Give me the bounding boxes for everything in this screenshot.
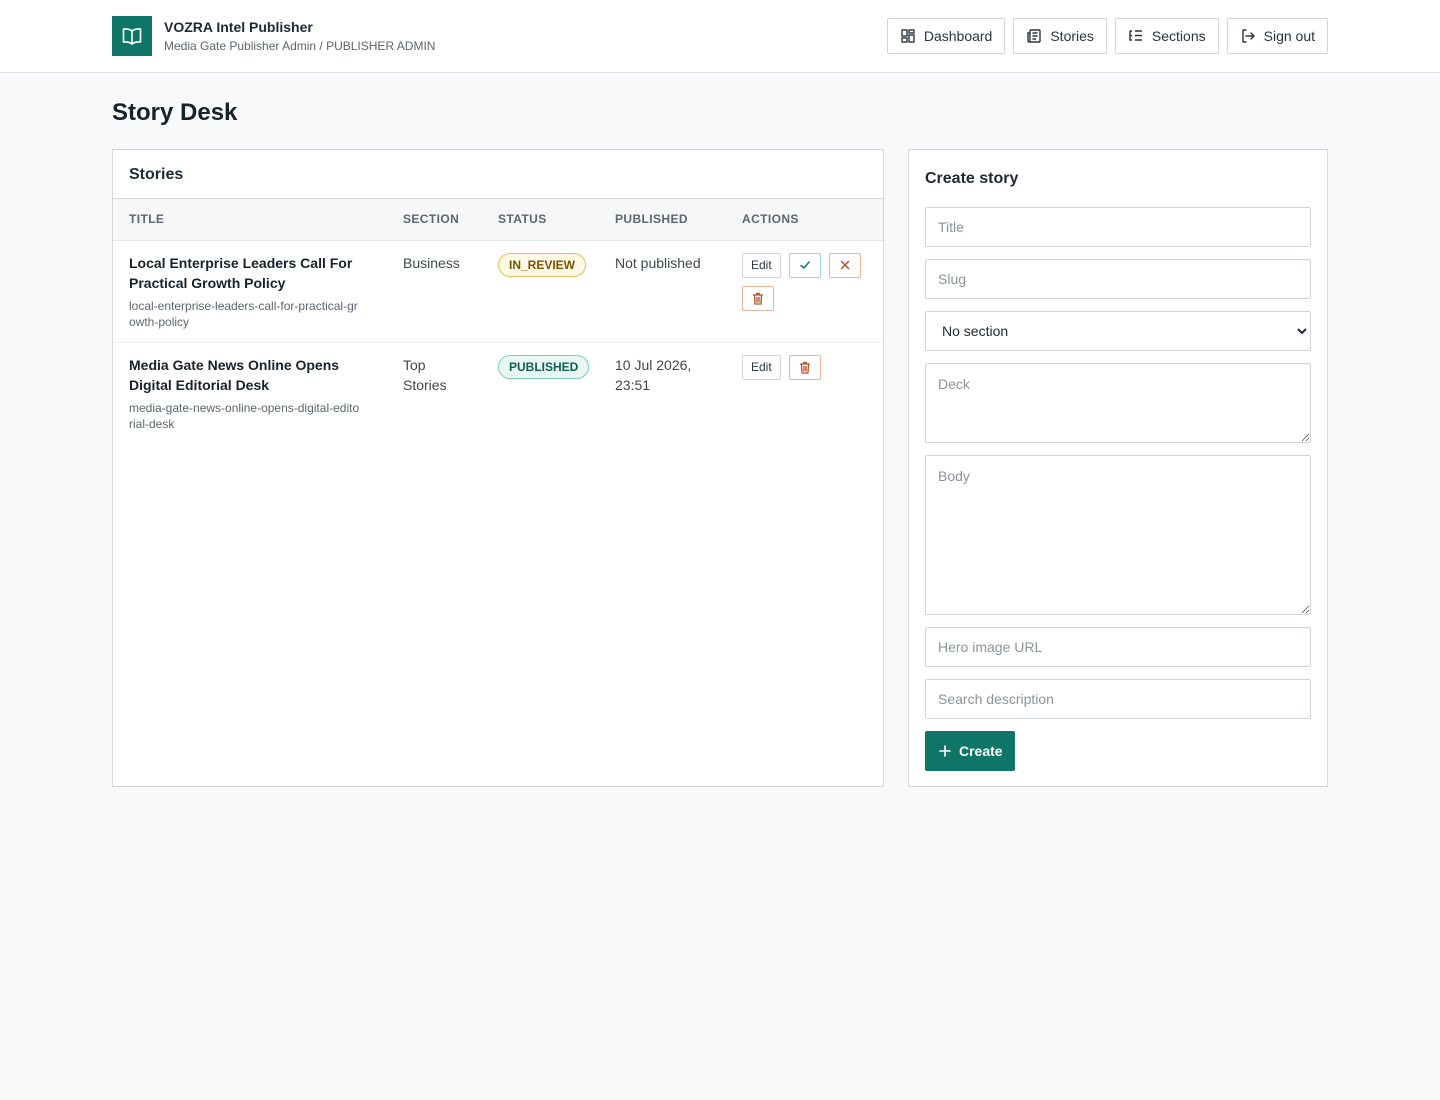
app-subtitle: Media Gate Publisher Admin / PUBLISHER A… bbox=[164, 39, 436, 53]
nav-sign-out-button[interactable]: Sign out bbox=[1226, 18, 1328, 54]
reject-button[interactable] bbox=[828, 252, 861, 278]
stories-table: Title Section Status Published Actions L… bbox=[113, 199, 883, 444]
delete-button[interactable] bbox=[742, 285, 774, 311]
story-title[interactable]: Media Gate News Online Opens Digital Edi… bbox=[129, 355, 363, 395]
check-icon bbox=[799, 261, 810, 269]
edit-button[interactable]: Edit bbox=[742, 252, 781, 278]
column-section: Section bbox=[403, 212, 460, 227]
column-actions: Actions bbox=[742, 212, 799, 227]
nav-dashboard-label: Dashboard bbox=[923, 28, 993, 44]
nav-sign-out-label: Sign out bbox=[1263, 28, 1315, 44]
top-nav: Dashboard Stories Sections Sign out bbox=[886, 18, 1328, 54]
approve-button[interactable] bbox=[788, 252, 821, 278]
dashboard-icon bbox=[900, 28, 916, 44]
page-title: Story Desk bbox=[112, 99, 238, 126]
nav-dashboard-button[interactable]: Dashboard bbox=[886, 18, 1006, 54]
nav-stories-label: Stories bbox=[1050, 28, 1094, 44]
table-row: Media Gate News Online Opens Digital Edi… bbox=[113, 342, 883, 444]
story-published: Not published bbox=[615, 254, 701, 271]
status-badge: IN_REVIEW bbox=[498, 252, 587, 277]
newspaper-icon bbox=[1026, 28, 1042, 44]
column-title: Title bbox=[129, 212, 165, 227]
nav-sections-button[interactable]: Sections bbox=[1114, 18, 1219, 54]
book-open-icon bbox=[112, 16, 152, 56]
column-published: Published bbox=[615, 212, 688, 227]
hero-image-url-input[interactable] bbox=[925, 627, 1311, 667]
title-input[interactable] bbox=[925, 207, 1311, 247]
create-button[interactable]: Create bbox=[925, 731, 1015, 771]
app-title: VOZRA Intel Publisher bbox=[164, 19, 313, 35]
search-description-input[interactable] bbox=[925, 679, 1311, 719]
top-bar: VOZRA Intel Publisher Media Gate Publish… bbox=[0, 0, 1440, 73]
plus-icon bbox=[939, 745, 951, 757]
story-title[interactable]: Local Enterprise Leaders Call For Practi… bbox=[129, 253, 363, 293]
nav-sections-label: Sections bbox=[1151, 28, 1206, 44]
story-section: Business bbox=[403, 254, 460, 271]
story-section: Top Stories bbox=[403, 356, 447, 393]
body-textarea[interactable] bbox=[925, 455, 1311, 615]
story-published: 10 Jul 2026, 23:51 bbox=[615, 356, 692, 393]
nav-stories-button[interactable]: Stories bbox=[1013, 18, 1107, 54]
create-story-panel: Create story No section Create bbox=[908, 149, 1328, 787]
story-slug: local-enterprise-leaders-call-for-practi… bbox=[129, 298, 358, 329]
stories-heading: Stories bbox=[113, 150, 883, 199]
list-tree-icon bbox=[1128, 28, 1144, 44]
sign-out-icon bbox=[1240, 28, 1256, 44]
table-header-row: Title Section Status Published Actions bbox=[113, 199, 883, 240]
edit-button[interactable]: Edit bbox=[742, 354, 781, 380]
stories-panel: Stories Title Section Status Published A… bbox=[112, 149, 884, 787]
close-icon bbox=[840, 260, 849, 270]
section-select[interactable]: No section bbox=[925, 311, 1311, 351]
row-actions: Edit bbox=[742, 252, 866, 311]
trash-icon bbox=[752, 292, 764, 305]
create-story-heading: Create story bbox=[925, 170, 1019, 187]
slug-input[interactable] bbox=[925, 259, 1311, 299]
create-button-label: Create bbox=[959, 743, 1003, 759]
status-badge: PUBLISHED bbox=[498, 354, 590, 379]
table-row: Local Enterprise Leaders Call For Practi… bbox=[113, 240, 883, 342]
deck-textarea[interactable] bbox=[925, 363, 1311, 443]
column-status: Status bbox=[498, 212, 547, 227]
delete-button[interactable] bbox=[788, 354, 821, 380]
trash-icon bbox=[799, 361, 810, 374]
row-actions: Edit bbox=[742, 354, 866, 380]
story-slug: media-gate-news-online-opens-digital-edi… bbox=[129, 400, 360, 431]
